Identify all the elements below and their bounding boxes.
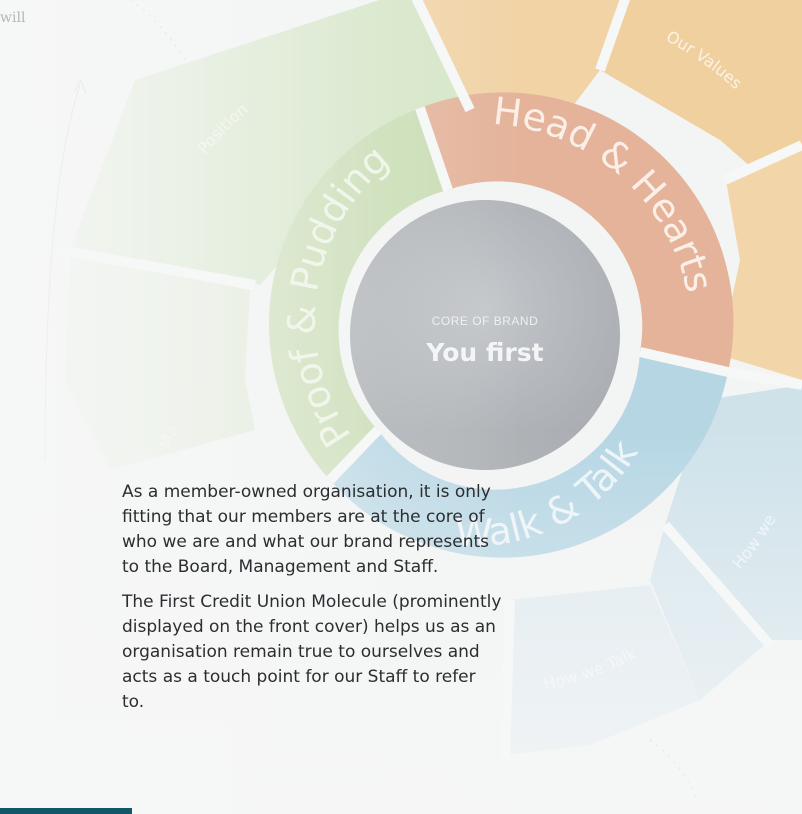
core-label: CORE OF BRAND: [432, 314, 539, 328]
core-circle: [350, 200, 620, 470]
corner-word: will: [0, 10, 26, 26]
paragraph-1: As a member-owned organisation, it is on…: [122, 482, 491, 577]
core-title: You first: [425, 338, 543, 367]
paragraph-2: The First Credit Union Molecule (promine…: [122, 592, 502, 712]
flow-arrow-head: [73, 78, 87, 95]
dotted-track-bottom: [649, 739, 701, 811]
intro-text: As a member-owned organisation, it is on…: [122, 480, 502, 725]
outer-segment-orange-lower: [720, 150, 802, 380]
dotted-track: [129, 0, 186, 61]
accent-bar: [0, 808, 132, 814]
